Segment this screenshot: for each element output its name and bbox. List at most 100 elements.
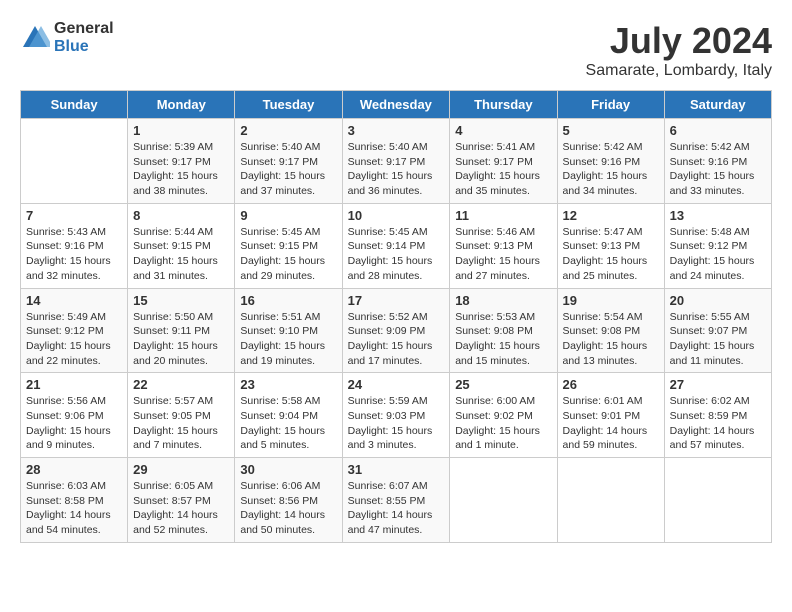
calendar-cell: 5 Sunrise: 5:42 AMSunset: 9:16 PMDaylight…	[557, 119, 664, 204]
day-info: Sunrise: 5:45 AMSunset: 9:15 PMDaylight:…	[240, 225, 336, 284]
day-number: 6	[670, 123, 766, 138]
day-number: 11	[455, 208, 551, 223]
calendar-cell: 10 Sunrise: 5:45 AMSunset: 9:14 PMDayligh…	[342, 203, 450, 288]
day-info: Sunrise: 5:51 AMSunset: 9:10 PMDaylight:…	[240, 310, 336, 369]
day-number: 5	[563, 123, 659, 138]
calendar-cell: 27Sunrise: 6:02 AMSunset: 8:59 PMDayligh…	[664, 373, 771, 458]
day-info: Sunrise: 5:43 AMSunset: 9:16 PMDaylight:…	[26, 225, 122, 284]
day-info: Sunrise: 5:52 AMSunset: 9:09 PMDaylight:…	[348, 310, 445, 369]
calendar-cell: 3 Sunrise: 5:40 AMSunset: 9:17 PMDaylight…	[342, 119, 450, 204]
calendar-cell: 16 Sunrise: 5:51 AMSunset: 9:10 PMDayligh…	[235, 288, 342, 373]
calendar-cell: 2 Sunrise: 5:40 AMSunset: 9:17 PMDaylight…	[235, 119, 342, 204]
day-number: 24	[348, 377, 445, 392]
day-info: Sunrise: 5:42 AMSunset: 9:16 PMDaylight:…	[670, 140, 766, 199]
calendar-cell: 26 Sunrise: 6:01 AMSunset: 9:01 PMDayligh…	[557, 373, 664, 458]
weekday-header-monday: Monday	[128, 91, 235, 119]
day-number: 1	[133, 123, 229, 138]
day-info: Sunrise: 6:01 AMSunset: 9:01 PMDaylight:…	[563, 394, 659, 453]
day-info: Sunrise: 5:48 AMSunset: 9:12 PMDaylight:…	[670, 225, 766, 284]
day-number: 10	[348, 208, 445, 223]
day-number: 4	[455, 123, 551, 138]
calendar-cell: 23 Sunrise: 5:58 AMSunset: 9:04 PMDayligh…	[235, 373, 342, 458]
calendar-cell: 17 Sunrise: 5:52 AMSunset: 9:09 PMDayligh…	[342, 288, 450, 373]
calendar-cell: 13 Sunrise: 5:48 AMSunset: 9:12 PMDayligh…	[664, 203, 771, 288]
day-number: 2	[240, 123, 336, 138]
day-info: Sunrise: 5:54 AMSunset: 9:08 PMDaylight:…	[563, 310, 659, 369]
calendar-cell: 24 Sunrise: 5:59 AMSunset: 9:03 PMDayligh…	[342, 373, 450, 458]
day-number: 28	[26, 462, 122, 477]
day-number: 9	[240, 208, 336, 223]
header: General Blue July 2024 Samarate, Lombard…	[20, 20, 772, 80]
calendar-cell: 31Sunrise: 6:07 AMSunset: 8:55 PMDayligh…	[342, 458, 450, 543]
logo: General Blue	[20, 20, 114, 56]
calendar-cell: 9 Sunrise: 5:45 AMSunset: 9:15 PMDaylight…	[235, 203, 342, 288]
day-info: Sunrise: 5:40 AMSunset: 9:17 PMDaylight:…	[348, 140, 445, 199]
day-info: Sunrise: 5:55 AMSunset: 9:07 PMDaylight:…	[670, 310, 766, 369]
calendar-cell: 7 Sunrise: 5:43 AMSunset: 9:16 PMDaylight…	[21, 203, 128, 288]
day-info: Sunrise: 5:46 AMSunset: 9:13 PMDaylight:…	[455, 225, 551, 284]
weekday-header-sunday: Sunday	[21, 91, 128, 119]
weekday-header-thursday: Thursday	[450, 91, 557, 119]
day-info: Sunrise: 5:58 AMSunset: 9:04 PMDaylight:…	[240, 394, 336, 453]
calendar-cell: 11 Sunrise: 5:46 AMSunset: 9:13 PMDayligh…	[450, 203, 557, 288]
calendar-cell: 20 Sunrise: 5:55 AMSunset: 9:07 PMDayligh…	[664, 288, 771, 373]
day-number: 14	[26, 293, 122, 308]
calendar-cell: 12 Sunrise: 5:47 AMSunset: 9:13 PMDayligh…	[557, 203, 664, 288]
day-number: 21	[26, 377, 122, 392]
day-number: 23	[240, 377, 336, 392]
weekday-header-wednesday: Wednesday	[342, 91, 450, 119]
day-info: Sunrise: 5:53 AMSunset: 9:08 PMDaylight:…	[455, 310, 551, 369]
day-number: 29	[133, 462, 229, 477]
day-number: 8	[133, 208, 229, 223]
day-info: Sunrise: 6:05 AMSunset: 8:57 PMDaylight:…	[133, 479, 229, 538]
calendar-cell: 22 Sunrise: 5:57 AMSunset: 9:05 PMDayligh…	[128, 373, 235, 458]
day-number: 22	[133, 377, 229, 392]
day-number: 16	[240, 293, 336, 308]
day-info: Sunrise: 6:02 AMSunset: 8:59 PMDaylight:…	[670, 394, 766, 453]
day-info: Sunrise: 5:45 AMSunset: 9:14 PMDaylight:…	[348, 225, 445, 284]
calendar-cell: 15Sunrise: 5:50 AMSunset: 9:11 PMDayligh…	[128, 288, 235, 373]
location-title: Samarate, Lombardy, Italy	[586, 62, 772, 80]
day-info: Sunrise: 5:56 AMSunset: 9:06 PMDaylight:…	[26, 394, 122, 453]
day-number: 13	[670, 208, 766, 223]
weekday-header-friday: Friday	[557, 91, 664, 119]
day-number: 20	[670, 293, 766, 308]
day-info: Sunrise: 5:49 AMSunset: 9:12 PMDaylight:…	[26, 310, 122, 369]
calendar-cell: 6 Sunrise: 5:42 AMSunset: 9:16 PMDaylight…	[664, 119, 771, 204]
calendar-cell: 30 Sunrise: 6:06 AMSunset: 8:56 PMDayligh…	[235, 458, 342, 543]
day-info: Sunrise: 6:00 AMSunset: 9:02 PMDaylight:…	[455, 394, 551, 453]
calendar-cell: 4Sunrise: 5:41 AMSunset: 9:17 PMDaylight…	[450, 119, 557, 204]
weekday-header-tuesday: Tuesday	[235, 91, 342, 119]
day-number: 30	[240, 462, 336, 477]
day-info: Sunrise: 6:03 AMSunset: 8:58 PMDaylight:…	[26, 479, 122, 538]
month-title: July 2024	[586, 20, 772, 62]
day-info: Sunrise: 5:47 AMSunset: 9:13 PMDaylight:…	[563, 225, 659, 284]
day-number: 7	[26, 208, 122, 223]
calendar-cell: 18Sunrise: 5:53 AMSunset: 9:08 PMDayligh…	[450, 288, 557, 373]
day-number: 3	[348, 123, 445, 138]
day-info: Sunrise: 5:40 AMSunset: 9:17 PMDaylight:…	[240, 140, 336, 199]
day-number: 31	[348, 462, 445, 477]
day-info: Sunrise: 5:59 AMSunset: 9:03 PMDaylight:…	[348, 394, 445, 453]
title-area: July 2024 Samarate, Lombardy, Italy	[586, 20, 772, 80]
day-info: Sunrise: 5:44 AMSunset: 9:15 PMDaylight:…	[133, 225, 229, 284]
day-info: Sunrise: 5:39 AMSunset: 9:17 PMDaylight:…	[133, 140, 229, 199]
day-info: Sunrise: 5:42 AMSunset: 9:16 PMDaylight:…	[563, 140, 659, 199]
day-number: 17	[348, 293, 445, 308]
calendar-cell	[450, 458, 557, 543]
calendar-cell: 14 Sunrise: 5:49 AMSunset: 9:12 PMDayligh…	[21, 288, 128, 373]
calendar-cell: 1 Sunrise: 5:39 AMSunset: 9:17 PMDaylight…	[128, 119, 235, 204]
calendar-cell	[557, 458, 664, 543]
day-info: Sunrise: 6:06 AMSunset: 8:56 PMDaylight:…	[240, 479, 336, 538]
calendar-cell: 19Sunrise: 5:54 AMSunset: 9:08 PMDayligh…	[557, 288, 664, 373]
calendar-cell: 8 Sunrise: 5:44 AMSunset: 9:15 PMDaylight…	[128, 203, 235, 288]
day-info: Sunrise: 5:57 AMSunset: 9:05 PMDaylight:…	[133, 394, 229, 453]
weekday-header-saturday: Saturday	[664, 91, 771, 119]
logo-icon	[20, 23, 50, 53]
day-info: Sunrise: 5:50 AMSunset: 9:11 PMDaylight:…	[133, 310, 229, 369]
calendar-cell: 29 Sunrise: 6:05 AMSunset: 8:57 PMDayligh…	[128, 458, 235, 543]
day-number: 12	[563, 208, 659, 223]
day-number: 26	[563, 377, 659, 392]
logo-text: General Blue	[54, 20, 114, 56]
day-number: 25	[455, 377, 551, 392]
